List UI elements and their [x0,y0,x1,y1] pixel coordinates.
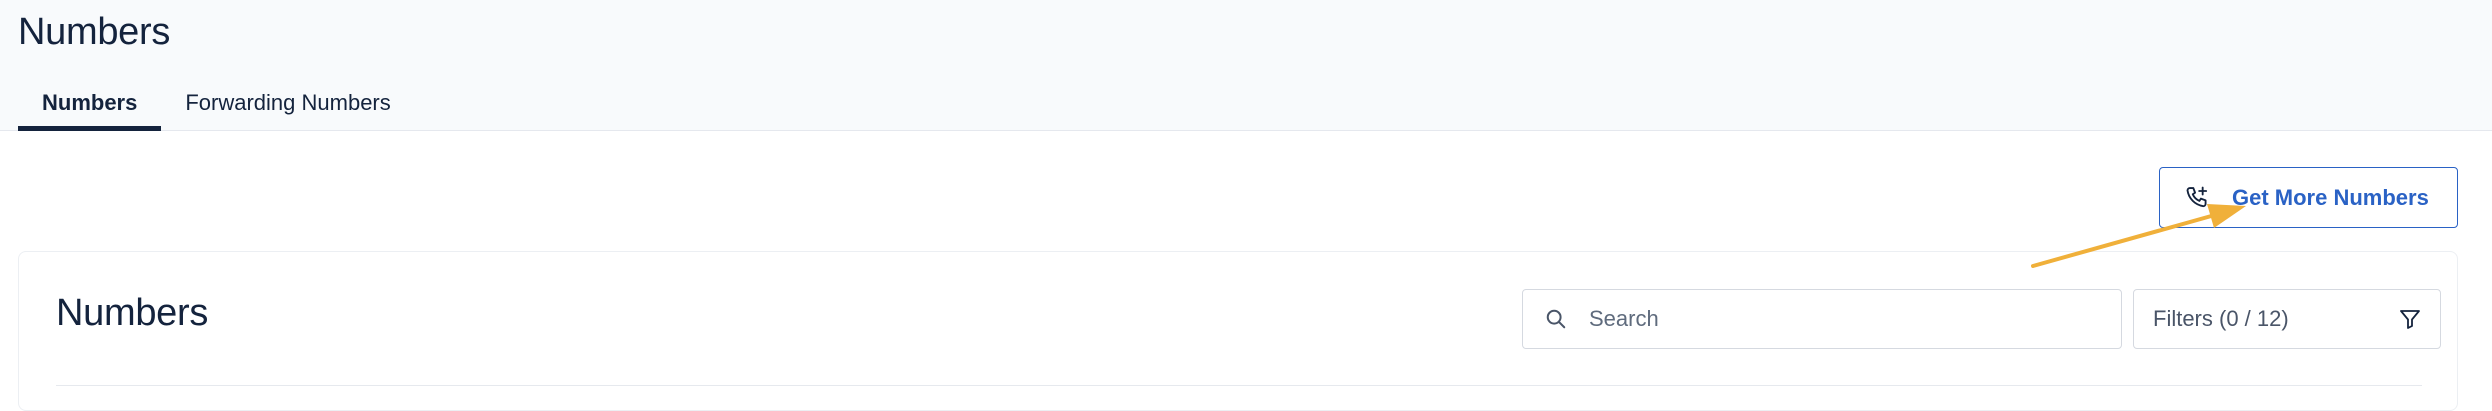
search-box[interactable] [1522,289,2122,349]
get-more-numbers-label: Get More Numbers [2232,184,2429,210]
numbers-card: Numbers Filters (0 / 12) [18,251,2458,411]
page-title: Numbers [18,11,171,53]
tab-forwarding-numbers[interactable]: Forwarding Numbers [161,80,414,131]
filters-dropdown[interactable]: Filters (0 / 12) [2133,289,2441,349]
get-more-numbers-button[interactable]: Get More Numbers [2159,167,2458,228]
search-icon [1545,308,1567,330]
page-header: Numbers Numbers Forwarding Numbers [0,0,2492,131]
filters-label: Filters (0 / 12) [2153,306,2289,331]
filter-icon [2398,307,2422,331]
table-top-border [56,385,2422,386]
tab-numbers[interactable]: Numbers [18,80,162,131]
card-title: Numbers [56,292,209,334]
search-input[interactable] [1587,305,2091,333]
tab-bar: Numbers Forwarding Numbers [18,80,415,131]
phone-plus-icon [2184,184,2212,212]
